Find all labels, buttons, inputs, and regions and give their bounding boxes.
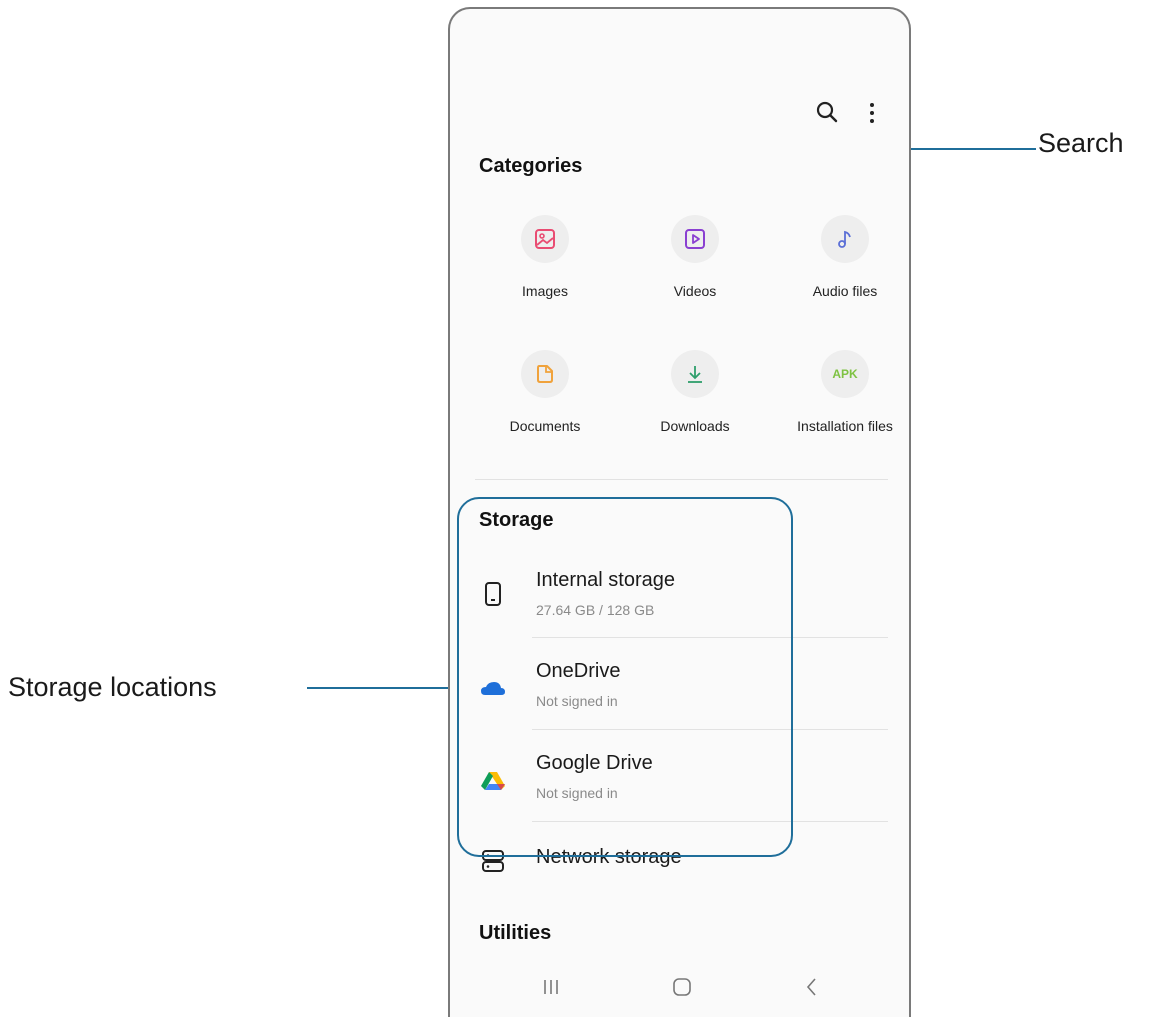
- search-icon[interactable]: [814, 99, 842, 127]
- back-icon[interactable]: [792, 967, 832, 1007]
- category-videos[interactable]: Videos: [625, 215, 765, 299]
- section-divider: [475, 479, 888, 480]
- category-label: Downloads: [660, 418, 730, 434]
- more-options-icon[interactable]: [862, 99, 882, 127]
- category-label: Installation files: [797, 418, 893, 434]
- document-icon: [521, 350, 569, 398]
- category-documents[interactable]: Documents: [475, 350, 615, 434]
- top-toolbar: [814, 99, 894, 139]
- category-installation-files[interactable]: APK Installation files: [775, 350, 909, 434]
- storage-callout-line: [307, 687, 457, 689]
- category-label: Documents: [509, 418, 581, 434]
- recents-icon[interactable]: [531, 967, 571, 1007]
- video-icon: [671, 215, 719, 263]
- category-images[interactable]: Images: [475, 215, 615, 299]
- category-downloads[interactable]: Downloads: [625, 350, 765, 434]
- home-icon[interactable]: [662, 967, 702, 1007]
- categories-title: Categories: [479, 155, 583, 177]
- category-label: Audio files: [812, 283, 878, 299]
- search-callout-label: Search: [1038, 128, 1124, 158]
- storage-locations-highlight: [457, 497, 793, 857]
- apk-icon: APK: [821, 350, 869, 398]
- category-label: Images: [522, 283, 568, 299]
- category-audio-files[interactable]: Audio files: [775, 215, 909, 299]
- download-icon: [671, 350, 719, 398]
- category-label: Videos: [673, 283, 717, 299]
- system-navigation-bar: [450, 967, 909, 1007]
- utilities-title: Utilities: [479, 922, 552, 944]
- image-icon: [521, 215, 569, 263]
- apk-icon-text: APK: [832, 367, 858, 381]
- storage-callout-label: Storage locations: [8, 672, 217, 702]
- music-note-icon: [821, 215, 869, 263]
